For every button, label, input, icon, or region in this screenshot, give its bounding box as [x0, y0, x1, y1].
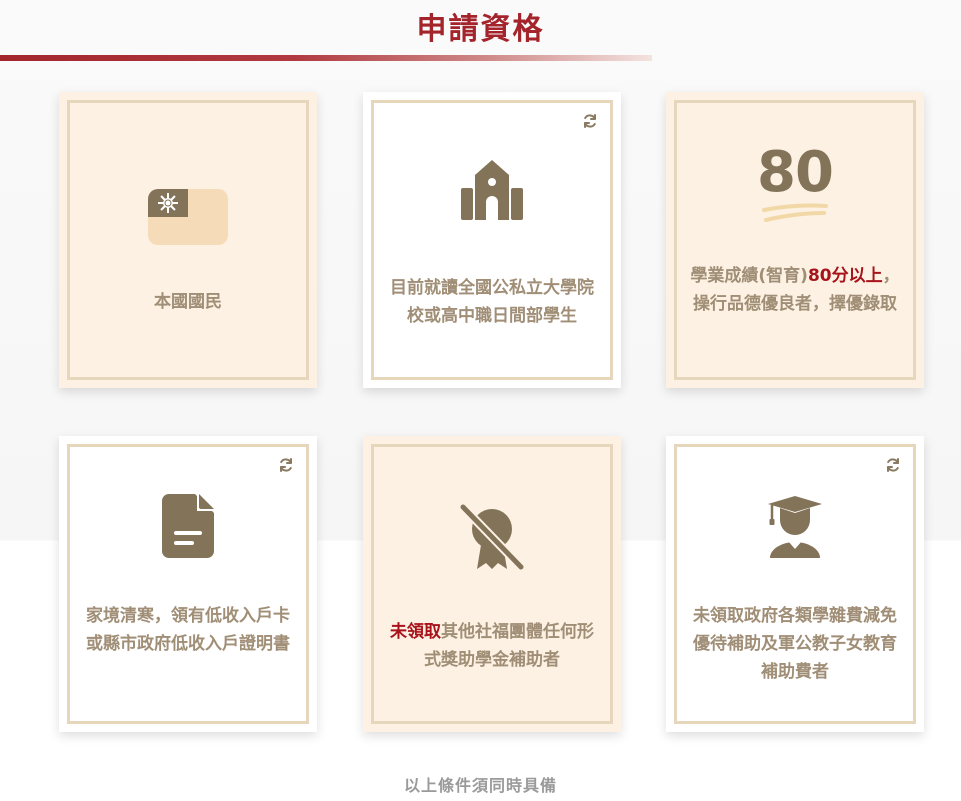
text-suffix: 其他社福團體任何形式獎助學金補助者 [424, 622, 594, 670]
card-no-other-award[interactable]: 未領取其他社福團體任何形式獎助學金補助者 [363, 436, 621, 732]
card-student[interactable]: 目前就讀全國公私立大學院校或高中職日間部學生 [363, 92, 621, 388]
card-frame [371, 444, 613, 724]
card-text: 家境清寒，領有低收入戶卡或縣市政府低收入戶證明書 [86, 606, 290, 654]
footer-note: 以上條件須同時具備 [403, 776, 557, 795]
text-prefix: 學業成績(智育) [690, 266, 808, 286]
text-highlight: 未領取 [390, 622, 441, 642]
title-underline [0, 55, 652, 61]
refresh-icon[interactable] [884, 456, 902, 474]
card-text: 學業成績(智育)80分以上，操行品德優良者，擇優錄取 [690, 262, 900, 318]
school-building-icon [363, 150, 621, 230]
section-title: 申請資格 [416, 12, 545, 47]
card-low-income[interactable]: 家境清寒，領有低收入戶卡或縣市政府低收入戶證明書 [59, 436, 317, 732]
score-80-icon: 80 [666, 138, 924, 230]
card-grades[interactable]: 80 學業成績(智育)80分以上，操行品德優良者，擇優錄取 [666, 92, 924, 388]
refresh-icon[interactable] [581, 112, 599, 130]
no-award-icon [363, 496, 621, 576]
refresh-icon[interactable] [277, 456, 295, 474]
card-citizen[interactable]: 本國國民 [59, 92, 317, 388]
document-icon [59, 486, 317, 566]
score-number: 80 [757, 140, 834, 205]
card-frame [371, 100, 613, 380]
card-text: 目前就讀全國公私立大學院校或高中職日間部學生 [390, 278, 594, 326]
card-text: 未領取其他社福團體任何形式獎助學金補助者 [387, 618, 597, 674]
text-highlight: 80分以上 [807, 266, 883, 286]
card-text: 本國國民 [154, 292, 222, 312]
card-text: 未領取政府各類學雜費減免優待補助及軍公教子女教育補助費者 [693, 606, 897, 682]
graduate-icon [666, 486, 924, 566]
taiwan-flag-icon [59, 182, 317, 252]
card-no-gov-subsidy[interactable]: 未領取政府各類學雜費減免優待補助及軍公教子女教育補助費者 [666, 436, 924, 732]
